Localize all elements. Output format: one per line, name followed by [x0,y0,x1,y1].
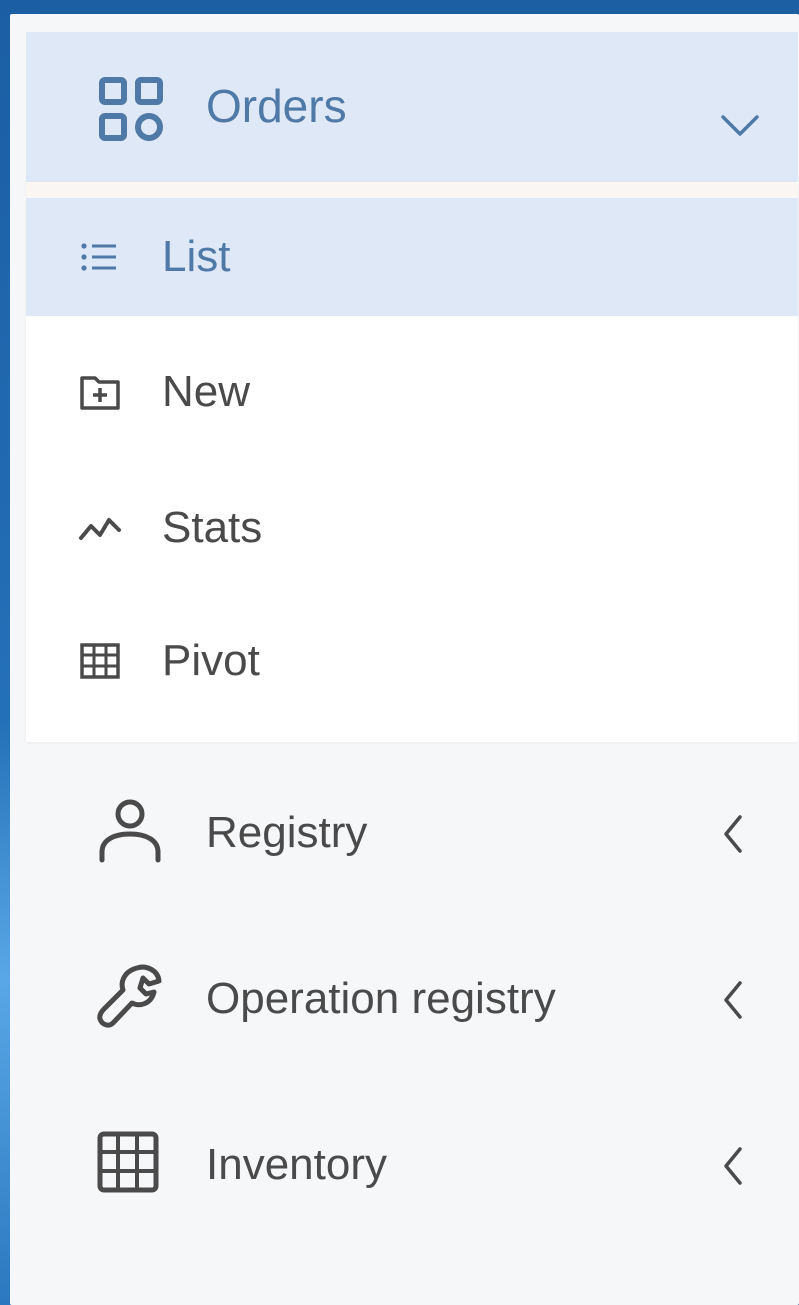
orders-submenu: List New Stats Pivot [26,182,798,742]
submenu-item-label: New [162,367,251,416]
list-icon [78,235,122,279]
chevron-left-icon [722,1146,744,1186]
sidebar-group-label: Orders [206,80,347,132]
sidebar-item-label: Operation registry [206,974,556,1023]
wrench-icon [96,962,164,1030]
user-icon [96,796,164,864]
chevron-left-icon [722,814,744,854]
sidebar-item-label: Registry [206,808,368,857]
chevron-down-icon [720,114,760,138]
sidebar-item-label: Inventory [206,1140,387,1189]
grid-apps-icon [98,76,164,142]
submenu-item-stats[interactable]: Stats [26,468,798,586]
submenu-item-label: Stats [162,503,263,552]
trend-icon [78,506,122,550]
submenu-item-pivot[interactable]: Pivot [26,602,798,720]
folder-plus-icon [78,370,122,414]
sidebar-item-inventory[interactable]: Inventory [26,1086,798,1246]
sidebar-menu: Orders List New Stats Pivot Registry Ope… [10,14,799,1305]
grid-icon [96,1130,164,1198]
submenu-item-label: Pivot [162,636,260,685]
chevron-left-icon [722,980,744,1020]
submenu-item-label: List [162,232,231,281]
sidebar-item-registry[interactable]: Registry [26,754,798,914]
submenu-item-list[interactable]: List [26,198,798,316]
submenu-item-new[interactable]: New [26,332,798,450]
sidebar-group-orders[interactable]: Orders [26,32,798,182]
sidebar-item-operation-registry[interactable]: Operation registry [26,918,798,1078]
table-icon [78,639,122,683]
